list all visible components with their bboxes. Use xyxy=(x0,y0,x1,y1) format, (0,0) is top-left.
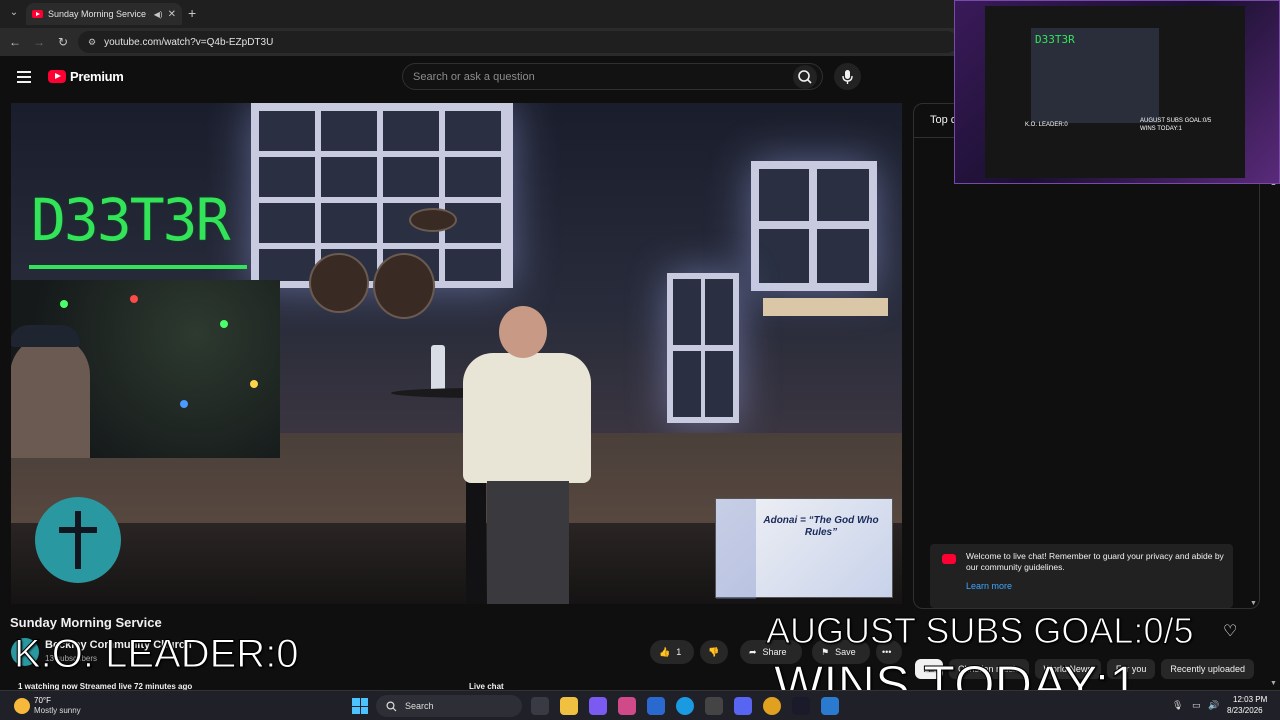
thumbs-down-icon: 👎 xyxy=(708,646,720,657)
search-icon xyxy=(386,700,397,711)
church-logo-icon xyxy=(35,497,121,583)
sermon-slide: Adonai = “The God Who Rules” xyxy=(715,498,893,599)
file-explorer-icon[interactable] xyxy=(560,697,578,715)
logo-text: Premium xyxy=(70,69,124,84)
notice-text: Welcome to live chat! Remember to guard … xyxy=(966,551,1224,572)
chat-sort-dropdown[interactable]: Top c xyxy=(930,114,956,126)
close-tab-icon[interactable]: ✕ xyxy=(168,9,176,20)
share-icon: ➦ xyxy=(749,646,757,657)
dislike-button[interactable]: 👎 xyxy=(700,640,728,664)
obs-icon[interactable] xyxy=(705,697,723,715)
app-icon[interactable] xyxy=(821,697,839,715)
tab-search-icon[interactable]: ⌄ xyxy=(6,5,22,21)
like-button[interactable]: 👍 1 xyxy=(650,640,694,664)
speaker-icon[interactable]: ◀) xyxy=(154,10,163,19)
pastor-legs xyxy=(487,481,569,604)
search-input[interactable]: Search or ask a question xyxy=(402,63,823,90)
streamer xyxy=(11,335,90,458)
new-tab-button[interactable]: + xyxy=(188,5,196,21)
steam-icon[interactable] xyxy=(792,697,810,715)
pastor-head xyxy=(499,306,547,358)
keyboard xyxy=(763,298,888,316)
captured-name: D33T3R xyxy=(1035,33,1075,46)
voice-search-button[interactable] xyxy=(834,63,861,90)
clock-date[interactable]: 8/23/2026 xyxy=(1227,706,1263,715)
mic-tray-icon[interactable]: 🎙 xyxy=(1172,700,1183,711)
youtube-logo-icon xyxy=(48,70,66,83)
edge-icon[interactable] xyxy=(676,697,694,715)
weather-temperature[interactable]: 70°F xyxy=(34,696,51,705)
forward-icon[interactable]: → xyxy=(31,34,47,50)
weather-sun-icon[interactable] xyxy=(14,698,30,714)
streamer-name-overlay: D33T3R xyxy=(31,186,231,254)
store-icon[interactable] xyxy=(618,697,636,715)
captured-ko-leader: K.O. LEADER:0 xyxy=(1025,122,1068,128)
copilot-icon[interactable] xyxy=(589,697,607,715)
learn-more-link[interactable]: Learn more xyxy=(966,581,1012,591)
site-info-icon[interactable]: ⚙ xyxy=(88,37,96,48)
browser-tab[interactable]: Sunday Morning Service - Y ◀) ✕ xyxy=(26,3,182,25)
video-title: Sunday Morning Service xyxy=(10,615,162,630)
pastor-body xyxy=(463,353,591,483)
heart-icon[interactable]: ♡ xyxy=(1223,621,1237,641)
url-text: youtube.com/watch?v=Q4b-EZpDT3U xyxy=(104,36,274,48)
chip-recently-uploaded[interactable]: Recently uploaded xyxy=(1161,659,1254,679)
discord-icon[interactable] xyxy=(734,697,752,715)
youtube-logo[interactable]: Premium xyxy=(48,69,124,84)
stage-window-low xyxy=(667,273,739,423)
taskbar-search-label: Search xyxy=(405,701,434,711)
cymbal xyxy=(409,208,457,232)
weather-description[interactable]: Mostly sunny xyxy=(34,706,81,715)
chat-welcome-notice: Welcome to live chat! Remember to guard … xyxy=(930,544,1233,608)
like-count: 1 xyxy=(676,647,682,657)
subs-goal-overlay: AUGUST SUBS GOAL:0/5 xyxy=(765,610,1194,651)
volume-icon[interactable]: 🔊 xyxy=(1208,700,1219,711)
clock-time[interactable]: 12:03 PM xyxy=(1233,695,1267,704)
thumbs-up-icon: 👍 xyxy=(659,646,671,657)
tab-title: Sunday Morning Service - Y xyxy=(48,9,149,19)
page-scroll-down-icon[interactable]: ▼ xyxy=(1270,680,1277,687)
video-player[interactable]: D33T3R Adonai = “The God Who Rules” xyxy=(11,103,902,604)
stage-window-right xyxy=(751,161,877,291)
taskbar-search[interactable]: Search xyxy=(376,695,522,717)
search-placeholder: Search or ask a question xyxy=(413,70,535,83)
youtube-icon xyxy=(942,554,956,564)
network-icon[interactable]: ▭ xyxy=(1192,700,1201,711)
scroll-down-icon[interactable]: ▼ xyxy=(1250,600,1257,607)
start-button[interactable] xyxy=(352,698,368,714)
captured-wins-today: WINS TODAY:1 xyxy=(1140,126,1183,132)
task-view-icon[interactable] xyxy=(531,697,549,715)
slide-text: Adonai = “The God Who Rules” xyxy=(763,515,879,538)
address-bar[interactable]: ⚙ youtube.com/watch?v=Q4b-EZpDT3U xyxy=(78,31,958,53)
youtube-favicon-icon xyxy=(32,10,43,18)
search-button[interactable] xyxy=(793,65,817,89)
chrome-icon[interactable] xyxy=(763,697,781,715)
drum xyxy=(373,253,435,319)
captured-subs-goal: AUGUST SUBS GOAL:0/5 xyxy=(1140,118,1212,124)
webcam-overlay xyxy=(11,280,280,458)
screen: ⌄ Sunday Morning Service - Y ◀) ✕ + ← → … xyxy=(0,0,1280,720)
overlay-underline xyxy=(29,265,247,269)
screen-capture-overlay: D33T3R K.O. LEADER:0 AUGUST SUBS GOAL:0/… xyxy=(954,0,1280,184)
water-bottle xyxy=(431,345,445,393)
back-icon[interactable]: ← xyxy=(7,34,23,50)
captured-screen: D33T3R K.O. LEADER:0 AUGUST SUBS GOAL:0/… xyxy=(985,6,1245,178)
stage-window-left xyxy=(251,103,513,288)
reload-icon[interactable]: ↻ xyxy=(55,34,71,50)
ko-leader-overlay: K.O. LEADER:0 xyxy=(14,632,300,676)
microphone-icon xyxy=(842,70,853,84)
streamer-cap xyxy=(11,325,80,347)
windows-taskbar: 70°F Mostly sunny Search 🎙 ▭ 🔊 12:03 PM … xyxy=(0,690,1280,720)
drum xyxy=(309,253,369,313)
menu-icon[interactable] xyxy=(17,71,31,83)
search-icon xyxy=(798,70,812,84)
app-icon[interactable] xyxy=(647,697,665,715)
